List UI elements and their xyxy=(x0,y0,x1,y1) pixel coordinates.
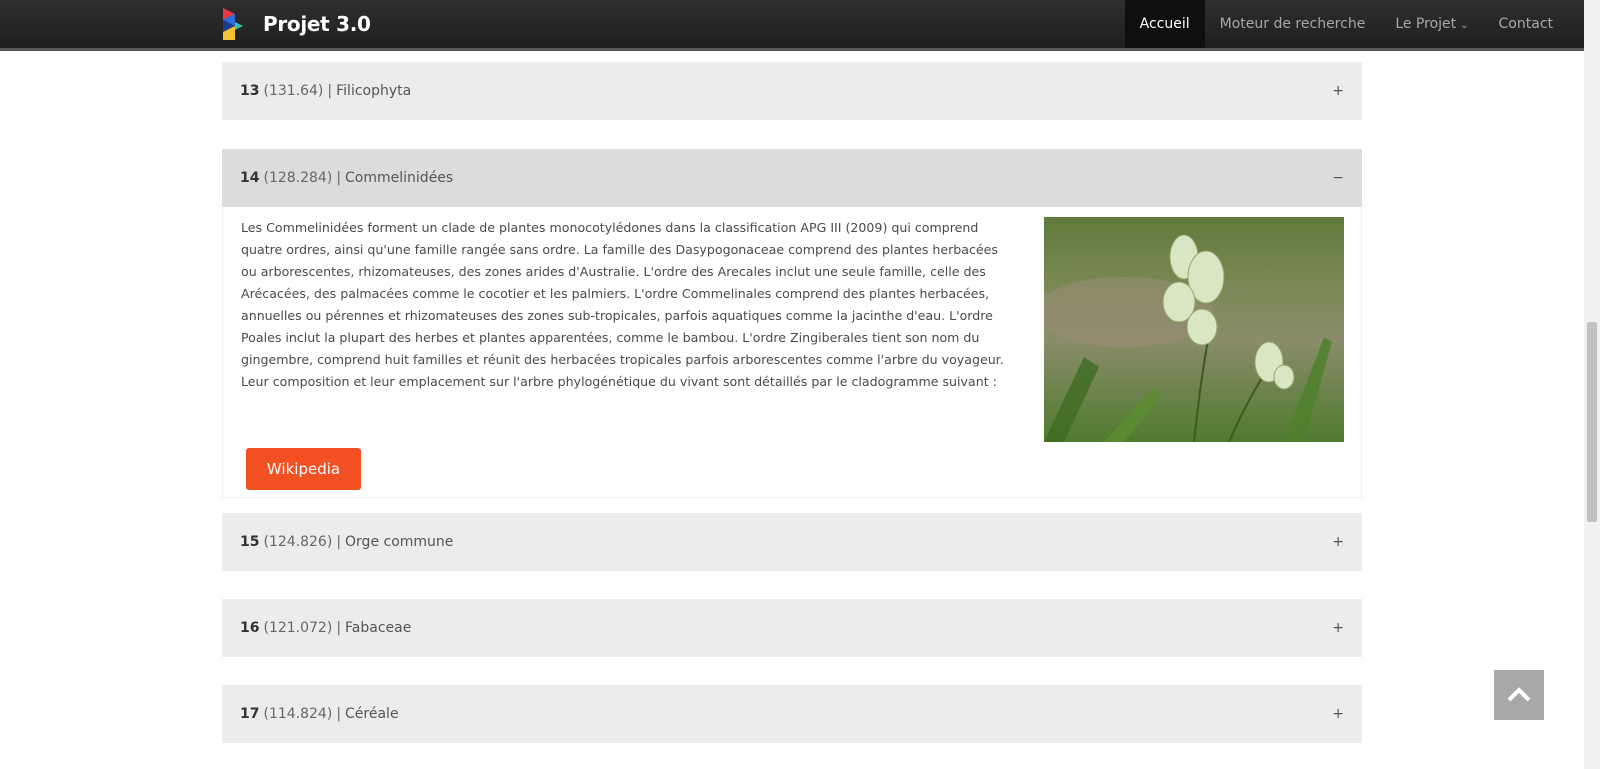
result-rank: 15 xyxy=(240,534,260,550)
result-header[interactable]: 13 (131.64) | Filicophyta + xyxy=(222,62,1362,120)
result-score: (128.284) xyxy=(263,170,333,186)
result-description: Les Commelinidées forment un clade de pl… xyxy=(241,220,1004,389)
result-name: Filicophyta xyxy=(336,83,412,99)
nav-moteur-de-recherche[interactable]: Moteur de recherche xyxy=(1205,0,1381,48)
navbar: Projet 3.0 Accueil Moteur de recherche L… xyxy=(0,0,1584,51)
chevron-down-icon: ⌄ xyxy=(1460,20,1469,31)
result-separator: | xyxy=(336,534,342,550)
result-separator: | xyxy=(327,83,333,99)
expand-icon[interactable]: + xyxy=(1332,706,1344,722)
result-rank: 13 xyxy=(240,83,260,99)
nav-contact[interactable]: Contact xyxy=(1484,0,1568,48)
result-rank: 17 xyxy=(240,706,260,722)
nav-accueil[interactable]: Accueil xyxy=(1124,0,1205,48)
result-panel: 15 (124.826) | Orge commune + xyxy=(222,513,1362,571)
result-separator: | xyxy=(336,620,342,636)
result-name: Orge commune xyxy=(345,534,454,550)
result-score: (121.072) xyxy=(263,620,333,636)
result-score: (114.824) xyxy=(263,706,333,722)
logo-icon xyxy=(223,8,243,40)
result-name: Commelinidées xyxy=(345,170,454,186)
plant-image xyxy=(1044,217,1344,442)
expand-icon[interactable]: + xyxy=(1332,83,1344,99)
nav-le-projet-label: Le Projet xyxy=(1395,16,1457,32)
result-panel: 17 (114.824) | Céréale + xyxy=(222,685,1362,743)
result-rank: 14 xyxy=(240,170,260,186)
expand-icon[interactable]: + xyxy=(1332,620,1344,636)
result-header[interactable]: 17 (114.824) | Céréale + xyxy=(222,685,1362,743)
scrollbar[interactable] xyxy=(1584,0,1600,769)
result-header[interactable]: 16 (121.072) | Fabaceae + xyxy=(222,599,1362,657)
scrollbar-thumb[interactable] xyxy=(1587,322,1597,522)
result-name: Fabaceae xyxy=(345,620,412,636)
result-score: (131.64) xyxy=(263,83,324,99)
expand-icon[interactable]: + xyxy=(1332,534,1344,550)
nav-le-projet[interactable]: Le Projet ⌄ xyxy=(1380,0,1483,48)
chevron-up-icon xyxy=(1507,687,1531,702)
result-name: Céréale xyxy=(345,706,399,722)
result-header[interactable]: 14 (128.284) | Commelinidées − xyxy=(222,149,1362,207)
result-panel: 13 (131.64) | Filicophyta + xyxy=(222,62,1362,120)
brand-name: Projet 3.0 xyxy=(263,12,371,36)
result-rank: 16 xyxy=(240,620,260,636)
result-panel-open: 14 (128.284) | Commelinidées − Les Comme… xyxy=(222,149,1362,498)
result-score: (124.826) xyxy=(263,534,333,550)
brand[interactable]: Projet 3.0 xyxy=(221,6,371,42)
main-nav: Accueil Moteur de recherche Le Projet ⌄ C… xyxy=(1124,0,1568,48)
result-separator: | xyxy=(336,170,342,186)
result-panel: 16 (121.072) | Fabaceae + xyxy=(222,599,1362,657)
result-body: Les Commelinidées forment un clade de pl… xyxy=(222,207,1362,498)
result-separator: | xyxy=(336,706,342,722)
collapse-icon[interactable]: − xyxy=(1332,170,1344,186)
scroll-to-top-button[interactable] xyxy=(1494,670,1544,720)
wikipedia-button[interactable]: Wikipedia xyxy=(246,448,361,490)
result-header[interactable]: 15 (124.826) | Orge commune + xyxy=(222,513,1362,571)
